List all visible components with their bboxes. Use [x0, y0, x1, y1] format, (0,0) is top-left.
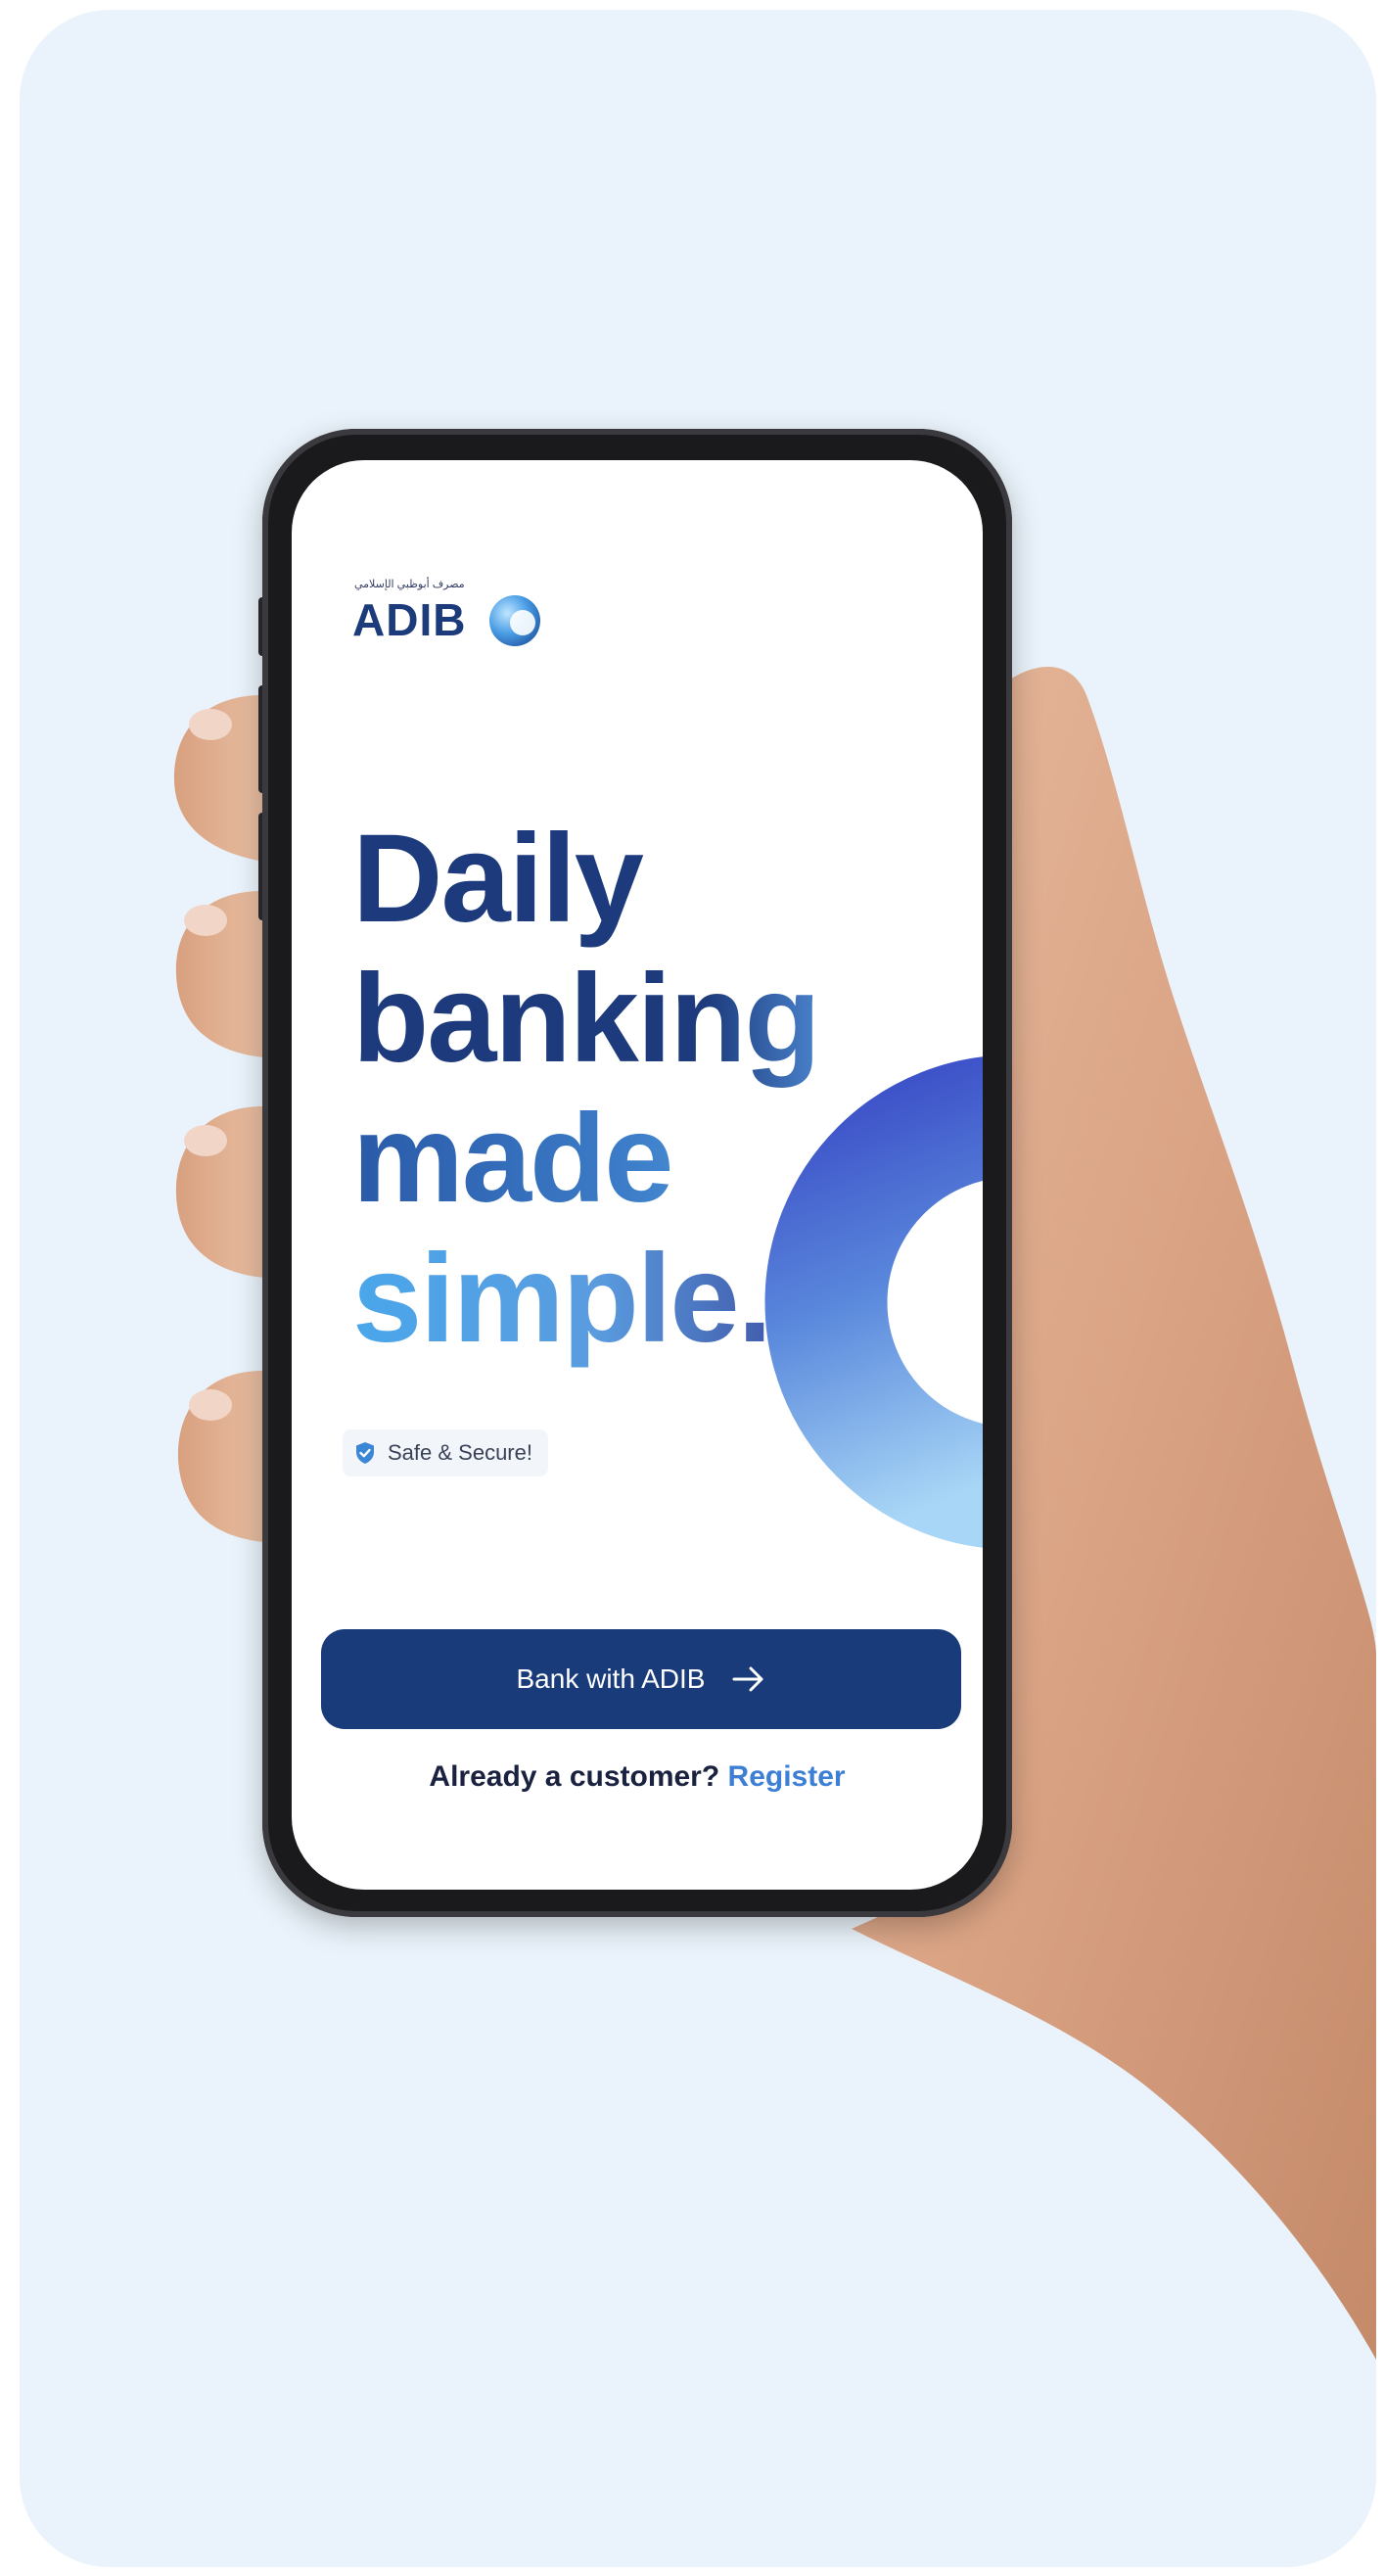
background-card: مصرف أبوظبي الإسلامي ADIB Daily banking … [20, 10, 1376, 2567]
headline-line-1: Daily [352, 809, 644, 949]
globe-icon [489, 595, 540, 646]
cta-label: Bank with ADIB [516, 1663, 706, 1694]
existing-customer-prompt: Already a customer? Register [292, 1760, 983, 1794]
headline: Daily banking made simple. [352, 809, 959, 1369]
app-screen: مصرف أبوظبي الإسلامي ADIB Daily banking … [292, 460, 983, 1890]
bank-with-adib-button[interactable]: Bank with ADIB [321, 1629, 961, 1729]
headline-line-2: banking [352, 949, 959, 1089]
brand-logo: مصرف أبوظبي الإسلامي ADIB [352, 578, 587, 656]
footer-prompt: Already a customer? [429, 1760, 720, 1793]
register-link[interactable]: Register [728, 1760, 846, 1793]
security-badge: Safe & Secure! [343, 1429, 548, 1476]
shield-check-icon [356, 1442, 374, 1464]
arrow-right-icon [732, 1666, 763, 1692]
headline-line-3: made [352, 1089, 959, 1229]
logo-arabic-text: مصرف أبوظبي الإسلامي [354, 579, 465, 590]
badge-label: Safe & Secure! [388, 1440, 532, 1465]
headline-line-4: simple. [352, 1229, 959, 1369]
logo-wordmark: ADIB [352, 594, 467, 645]
